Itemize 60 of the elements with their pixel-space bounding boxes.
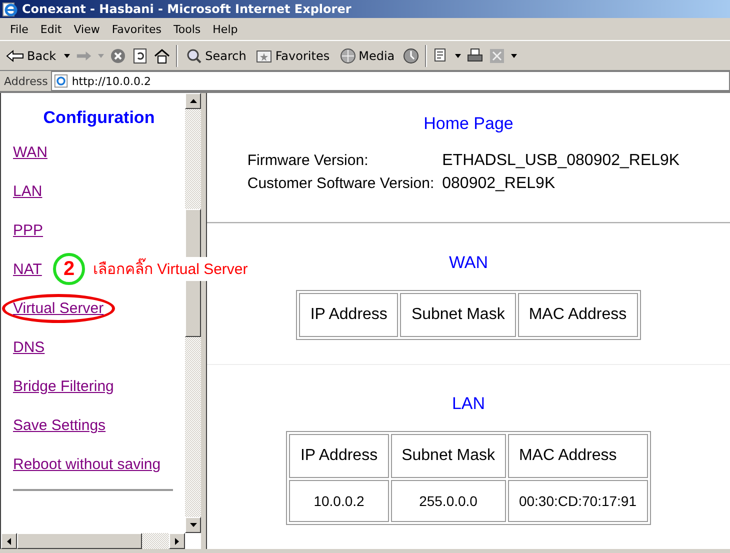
refresh-icon[interactable] [132, 48, 148, 64]
menu-item[interactable]: File [4, 22, 34, 36]
sidebar-title: Configuration [42, 108, 156, 128]
column-header: IP Address [289, 434, 389, 478]
info-label: Firmware Version: [247, 152, 370, 170]
section-heading: LAN [452, 394, 486, 414]
home-icon[interactable] [154, 48, 170, 64]
printer-icon[interactable] [466, 48, 483, 64]
column-header: Subnet Mask [400, 292, 516, 336]
sidebar-link[interactable]: LAN [13, 183, 42, 200]
back-arrow-icon [6, 50, 24, 62]
address-field[interactable]: http://10.0.0.2 [50, 71, 730, 91]
globe-icon [340, 48, 356, 64]
info-value: 080902_REL9K [442, 175, 556, 193]
annotation-text: เลือกคลิ๊ก Virtual Server [91, 257, 250, 281]
section-heading: WAN [448, 252, 488, 272]
search-button[interactable]: Search [184, 48, 248, 64]
sidebar-link[interactable]: NAT [13, 261, 42, 278]
caret-icon[interactable] [64, 54, 70, 58]
menu-item[interactable]: View [68, 22, 106, 36]
column-header: MAC Address [518, 292, 638, 336]
menu-item[interactable]: Favorites [106, 22, 168, 36]
menu-item[interactable]: Tools [168, 22, 207, 36]
caret-icon[interactable] [454, 54, 461, 58]
table-cell: 255.0.0.0 [390, 480, 506, 522]
info-label: Customer Software Version: [247, 175, 434, 193]
info-value: ETHADSL_USB_080902_REL9K [442, 152, 680, 170]
history-icon[interactable] [402, 48, 419, 64]
sidebar-link[interactable]: Bridge Filtering [13, 378, 114, 395]
media-button[interactable]: Media [338, 48, 397, 64]
favorites-button[interactable]: Favorites [254, 48, 332, 62]
page-icon [54, 74, 68, 88]
step-number-badge: 2 [53, 253, 85, 285]
sidebar-link[interactable]: Virtual Server [2, 294, 115, 323]
column-header: Subnet Mask [390, 434, 506, 478]
back-button[interactable]: Back [4, 48, 58, 62]
address-label: Address [4, 74, 48, 88]
scroll-left-icon[interactable] [7, 538, 11, 544]
page-heading: Home Page [424, 114, 514, 134]
menu-item[interactable]: Edit [34, 22, 68, 36]
scroll-right-icon[interactable] [175, 538, 179, 544]
sidebar-link[interactable]: PPP [13, 222, 44, 239]
column-header: IP Address [299, 292, 398, 336]
table-cell: 10.0.0.2 [289, 480, 389, 522]
star-folder-icon [256, 48, 272, 62]
stop-icon[interactable] [110, 48, 126, 64]
caret-icon[interactable] [510, 54, 517, 58]
sidebar-link[interactable]: WAN [13, 144, 48, 161]
scroll-down-icon[interactable] [190, 523, 196, 527]
horizontal-scrollbar[interactable] [1, 533, 185, 549]
menu-item[interactable]: Help [206, 22, 244, 36]
sidebar-link[interactable]: Reboot without saving [13, 456, 161, 473]
table-cell: 00:30:CD:70:17:91 [508, 480, 648, 522]
sidebar-link[interactable]: DNS [13, 339, 45, 356]
column-header: MAC Address [508, 434, 648, 478]
window-title: Conexant - Hasbani - Microsoft Internet Explorer [22, 2, 352, 16]
scroll-up-icon[interactable] [190, 99, 196, 103]
sidebar-link[interactable]: Save Settings [13, 417, 106, 434]
browser-logo-icon [2, 1, 18, 17]
magnifier-icon [186, 48, 202, 64]
